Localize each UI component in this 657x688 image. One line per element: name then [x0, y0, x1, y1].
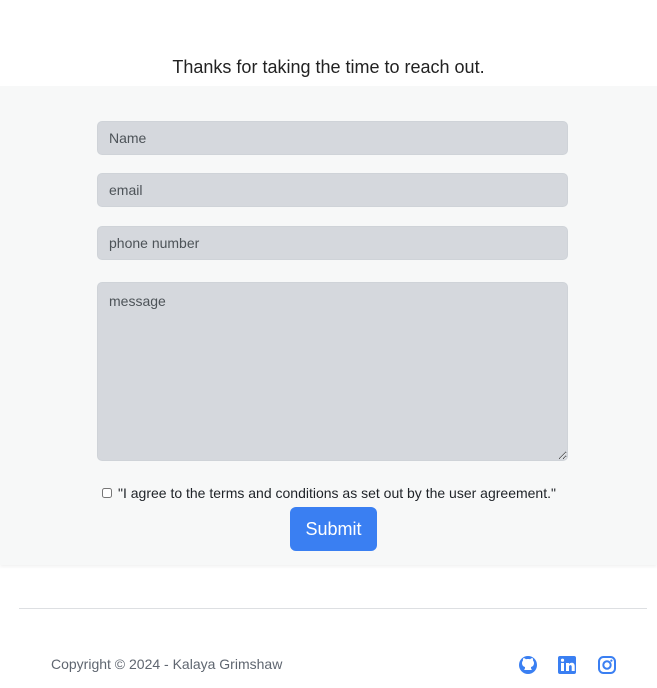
copyright-text: Copyright © 2024 - Kalaya Grimshaw: [51, 656, 283, 672]
contact-form: "I agree to the terms and conditions as …: [0, 86, 657, 565]
footer-divider: [19, 608, 647, 609]
email-input[interactable]: [97, 173, 568, 207]
page-heading: Thanks for taking the time to reach out.: [172, 57, 485, 77]
submit-button[interactable]: Submit: [290, 507, 377, 551]
agreement-checkbox[interactable]: [102, 488, 112, 498]
linkedin-link[interactable]: [557, 655, 579, 677]
github-icon: [518, 655, 540, 675]
name-input[interactable]: [97, 121, 568, 155]
github-link[interactable]: [518, 655, 540, 677]
message-textarea[interactable]: [97, 282, 568, 461]
agreement-label: "I agree to the terms and conditions as …: [118, 485, 556, 501]
instagram-icon: [597, 655, 619, 675]
instagram-link[interactable]: [597, 655, 619, 677]
linkedin-icon: [557, 655, 579, 675]
agreement-row[interactable]: "I agree to the terms and conditions as …: [102, 484, 556, 502]
phone-input[interactable]: [97, 226, 568, 260]
